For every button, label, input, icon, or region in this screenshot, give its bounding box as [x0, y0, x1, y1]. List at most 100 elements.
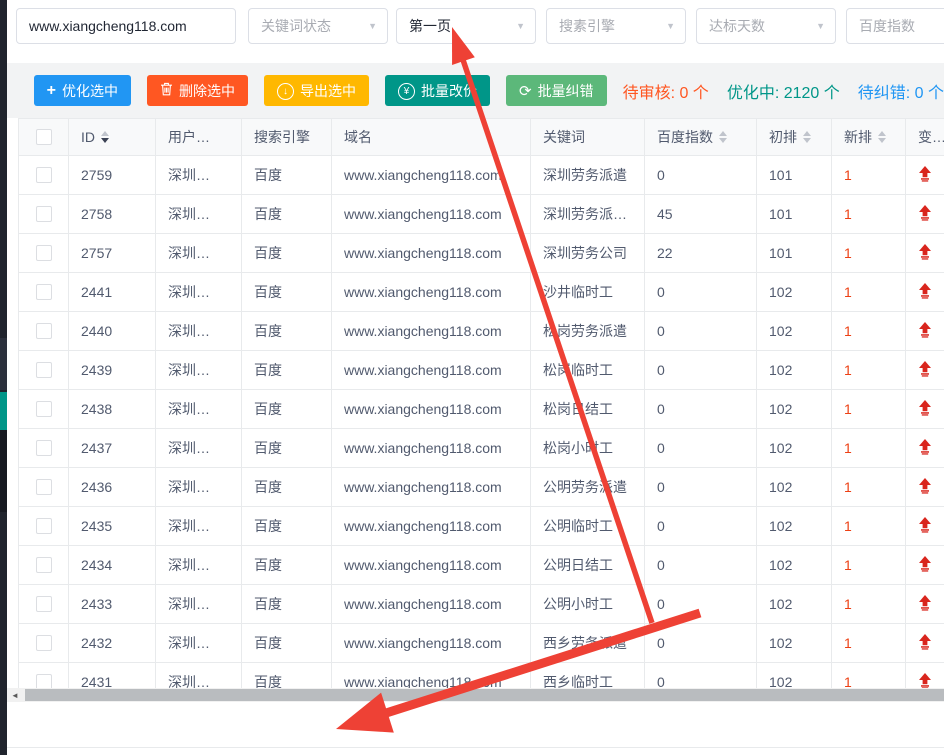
rank-up-arrow-icon	[918, 478, 932, 497]
column-header-id[interactable]: ID	[69, 119, 156, 156]
cell-value: www.xiangcheng118.com	[344, 440, 502, 456]
filter-select-4[interactable]: 达标天数▼	[696, 8, 836, 44]
cell-value: www.xiangcheng118.com	[344, 167, 502, 183]
cell-value: www.xiangcheng118.com	[344, 401, 502, 417]
toolbar-button-3[interactable]: ↓导出选中	[264, 75, 369, 106]
cell-value: 百度	[254, 204, 282, 224]
cell-value: 公明临时工	[543, 516, 613, 536]
domain-filter-value: www.xiangcheng118.com	[29, 18, 187, 34]
row-checkbox[interactable]	[36, 323, 52, 339]
cell-value: 1	[844, 167, 852, 183]
cell-value: www.xiangcheng118.com	[344, 557, 502, 573]
select-all-checkbox[interactable]	[36, 129, 52, 145]
cell-value: 深圳…	[168, 438, 210, 458]
cell-new_rank: 1	[832, 429, 906, 468]
row-checkbox[interactable]	[36, 557, 52, 573]
sort-carets-icon[interactable]	[803, 131, 811, 143]
cell-keyword: 松岗劳务派遣	[531, 312, 645, 351]
row-checkbox[interactable]	[36, 245, 52, 261]
sidebar-menu-item[interactable]	[0, 430, 7, 512]
sort-carets-icon[interactable]	[878, 131, 886, 143]
filter-select-2[interactable]: 第一页▼	[396, 8, 536, 44]
toolbar-button-2[interactable]: 删除选中	[147, 75, 248, 106]
sort-carets-icon[interactable]	[101, 131, 109, 143]
cell-id: 2437	[69, 429, 156, 468]
row-checkbox[interactable]	[36, 518, 52, 534]
horizontal-scrollbar[interactable]: ◄	[7, 688, 944, 702]
cell-value: 深圳…	[168, 165, 210, 185]
cell-value: 101	[769, 206, 792, 222]
cell-value: 1	[844, 323, 852, 339]
table-header-row: ID用户…搜索引擎域名关键词百度指数初排新排变…	[19, 119, 944, 156]
row-checkbox[interactable]	[36, 401, 52, 417]
cell-engine: 百度	[242, 624, 332, 663]
sort-carets-icon[interactable]	[719, 131, 727, 143]
toolbar-button-label: 批量改价	[421, 81, 477, 101]
cell-checkbox	[19, 546, 69, 585]
toolbar-button-5[interactable]: ⟳批量纠错	[506, 75, 607, 106]
row-checkbox[interactable]	[36, 206, 52, 222]
cell-engine: 百度	[242, 351, 332, 390]
cell-user: 深圳…	[156, 273, 242, 312]
cell-value: 2434	[81, 557, 112, 573]
scroll-left-arrow-icon[interactable]: ◄	[7, 688, 23, 702]
table-row: 2441深圳…百度www.xiangcheng118.com沙井临时工01021	[19, 273, 944, 312]
scrollbar-thumb[interactable]	[25, 689, 944, 701]
cell-value: 松岗临时工	[543, 360, 613, 380]
filter-select-3[interactable]: 搜素引擎▼	[546, 8, 686, 44]
row-checkbox[interactable]	[36, 167, 52, 183]
toolbar-button-label: 批量纠错	[538, 81, 594, 101]
row-checkbox[interactable]	[36, 635, 52, 651]
cell-value: 2437	[81, 440, 112, 456]
cell-domain: www.xiangcheng118.com	[332, 234, 531, 273]
keyword-admin-screen: www.xiangcheng118.com 关键词状态▼第一页▼ 搜素引擎▼ 达标天…	[0, 0, 944, 755]
row-checkbox[interactable]	[36, 440, 52, 456]
column-header-new_rank[interactable]: 新排	[832, 119, 906, 156]
cell-value: 102	[769, 518, 792, 534]
column-header-init_rank[interactable]: 初排	[757, 119, 832, 156]
cell-new_rank: 1	[832, 273, 906, 312]
rank-up-arrow-icon	[918, 517, 932, 536]
cell-engine: 百度	[242, 468, 332, 507]
collapsed-sidebar[interactable]	[0, 0, 7, 755]
sidebar-menu-item[interactable]	[0, 338, 7, 390]
toolbar-button-1[interactable]: +优化选中	[34, 75, 131, 106]
column-header-baidu_index[interactable]: 百度指数	[645, 119, 757, 156]
cell-checkbox	[19, 351, 69, 390]
cell-value: 102	[769, 440, 792, 456]
filter-select-5[interactable]: 百度指数	[846, 8, 944, 44]
cell-engine: 百度	[242, 546, 332, 585]
filter-select-1[interactable]: 关键词状态▼	[248, 8, 388, 44]
cell-keyword: 公明小时工	[531, 585, 645, 624]
toolbar-button-4[interactable]: ¥批量改价	[385, 75, 490, 106]
cell-value: 101	[769, 245, 792, 261]
cell-value: 深圳劳务派…	[543, 204, 627, 224]
cell-change	[906, 507, 944, 546]
filter-select-value: 百度指数	[859, 16, 915, 36]
cell-checkbox	[19, 507, 69, 546]
cell-engine: 百度	[242, 390, 332, 429]
cell-init_rank: 102	[757, 546, 832, 585]
pagination-bar: ‹ 1 › 到第 1 页 确定 共 23 条 100 条/页 v	[7, 702, 944, 748]
cell-value: 0	[657, 362, 665, 378]
cell-user: 深圳…	[156, 585, 242, 624]
cell-domain: www.xiangcheng118.com	[332, 351, 531, 390]
cell-baidu_index: 0	[645, 273, 757, 312]
cell-value: 1	[844, 440, 852, 456]
cell-value: 百度	[254, 243, 282, 263]
toolbar-button-label: 导出选中	[300, 81, 356, 101]
row-checkbox[interactable]	[36, 284, 52, 300]
cell-domain: www.xiangcheng118.com	[332, 429, 531, 468]
status-count-3: 待纠错: 0 个	[858, 79, 944, 103]
row-checkbox[interactable]	[36, 479, 52, 495]
row-checkbox[interactable]	[36, 596, 52, 612]
cell-checkbox	[19, 195, 69, 234]
cell-value: 1	[844, 479, 852, 495]
cell-engine: 百度	[242, 312, 332, 351]
domain-filter-input[interactable]: www.xiangcheng118.com	[16, 8, 236, 44]
cell-value: 松岗劳务派遣	[543, 321, 627, 341]
cell-domain: www.xiangcheng118.com	[332, 468, 531, 507]
row-checkbox[interactable]	[36, 362, 52, 378]
column-header-label: 变…	[918, 127, 944, 147]
sidebar-active-menu-item[interactable]	[0, 392, 7, 430]
